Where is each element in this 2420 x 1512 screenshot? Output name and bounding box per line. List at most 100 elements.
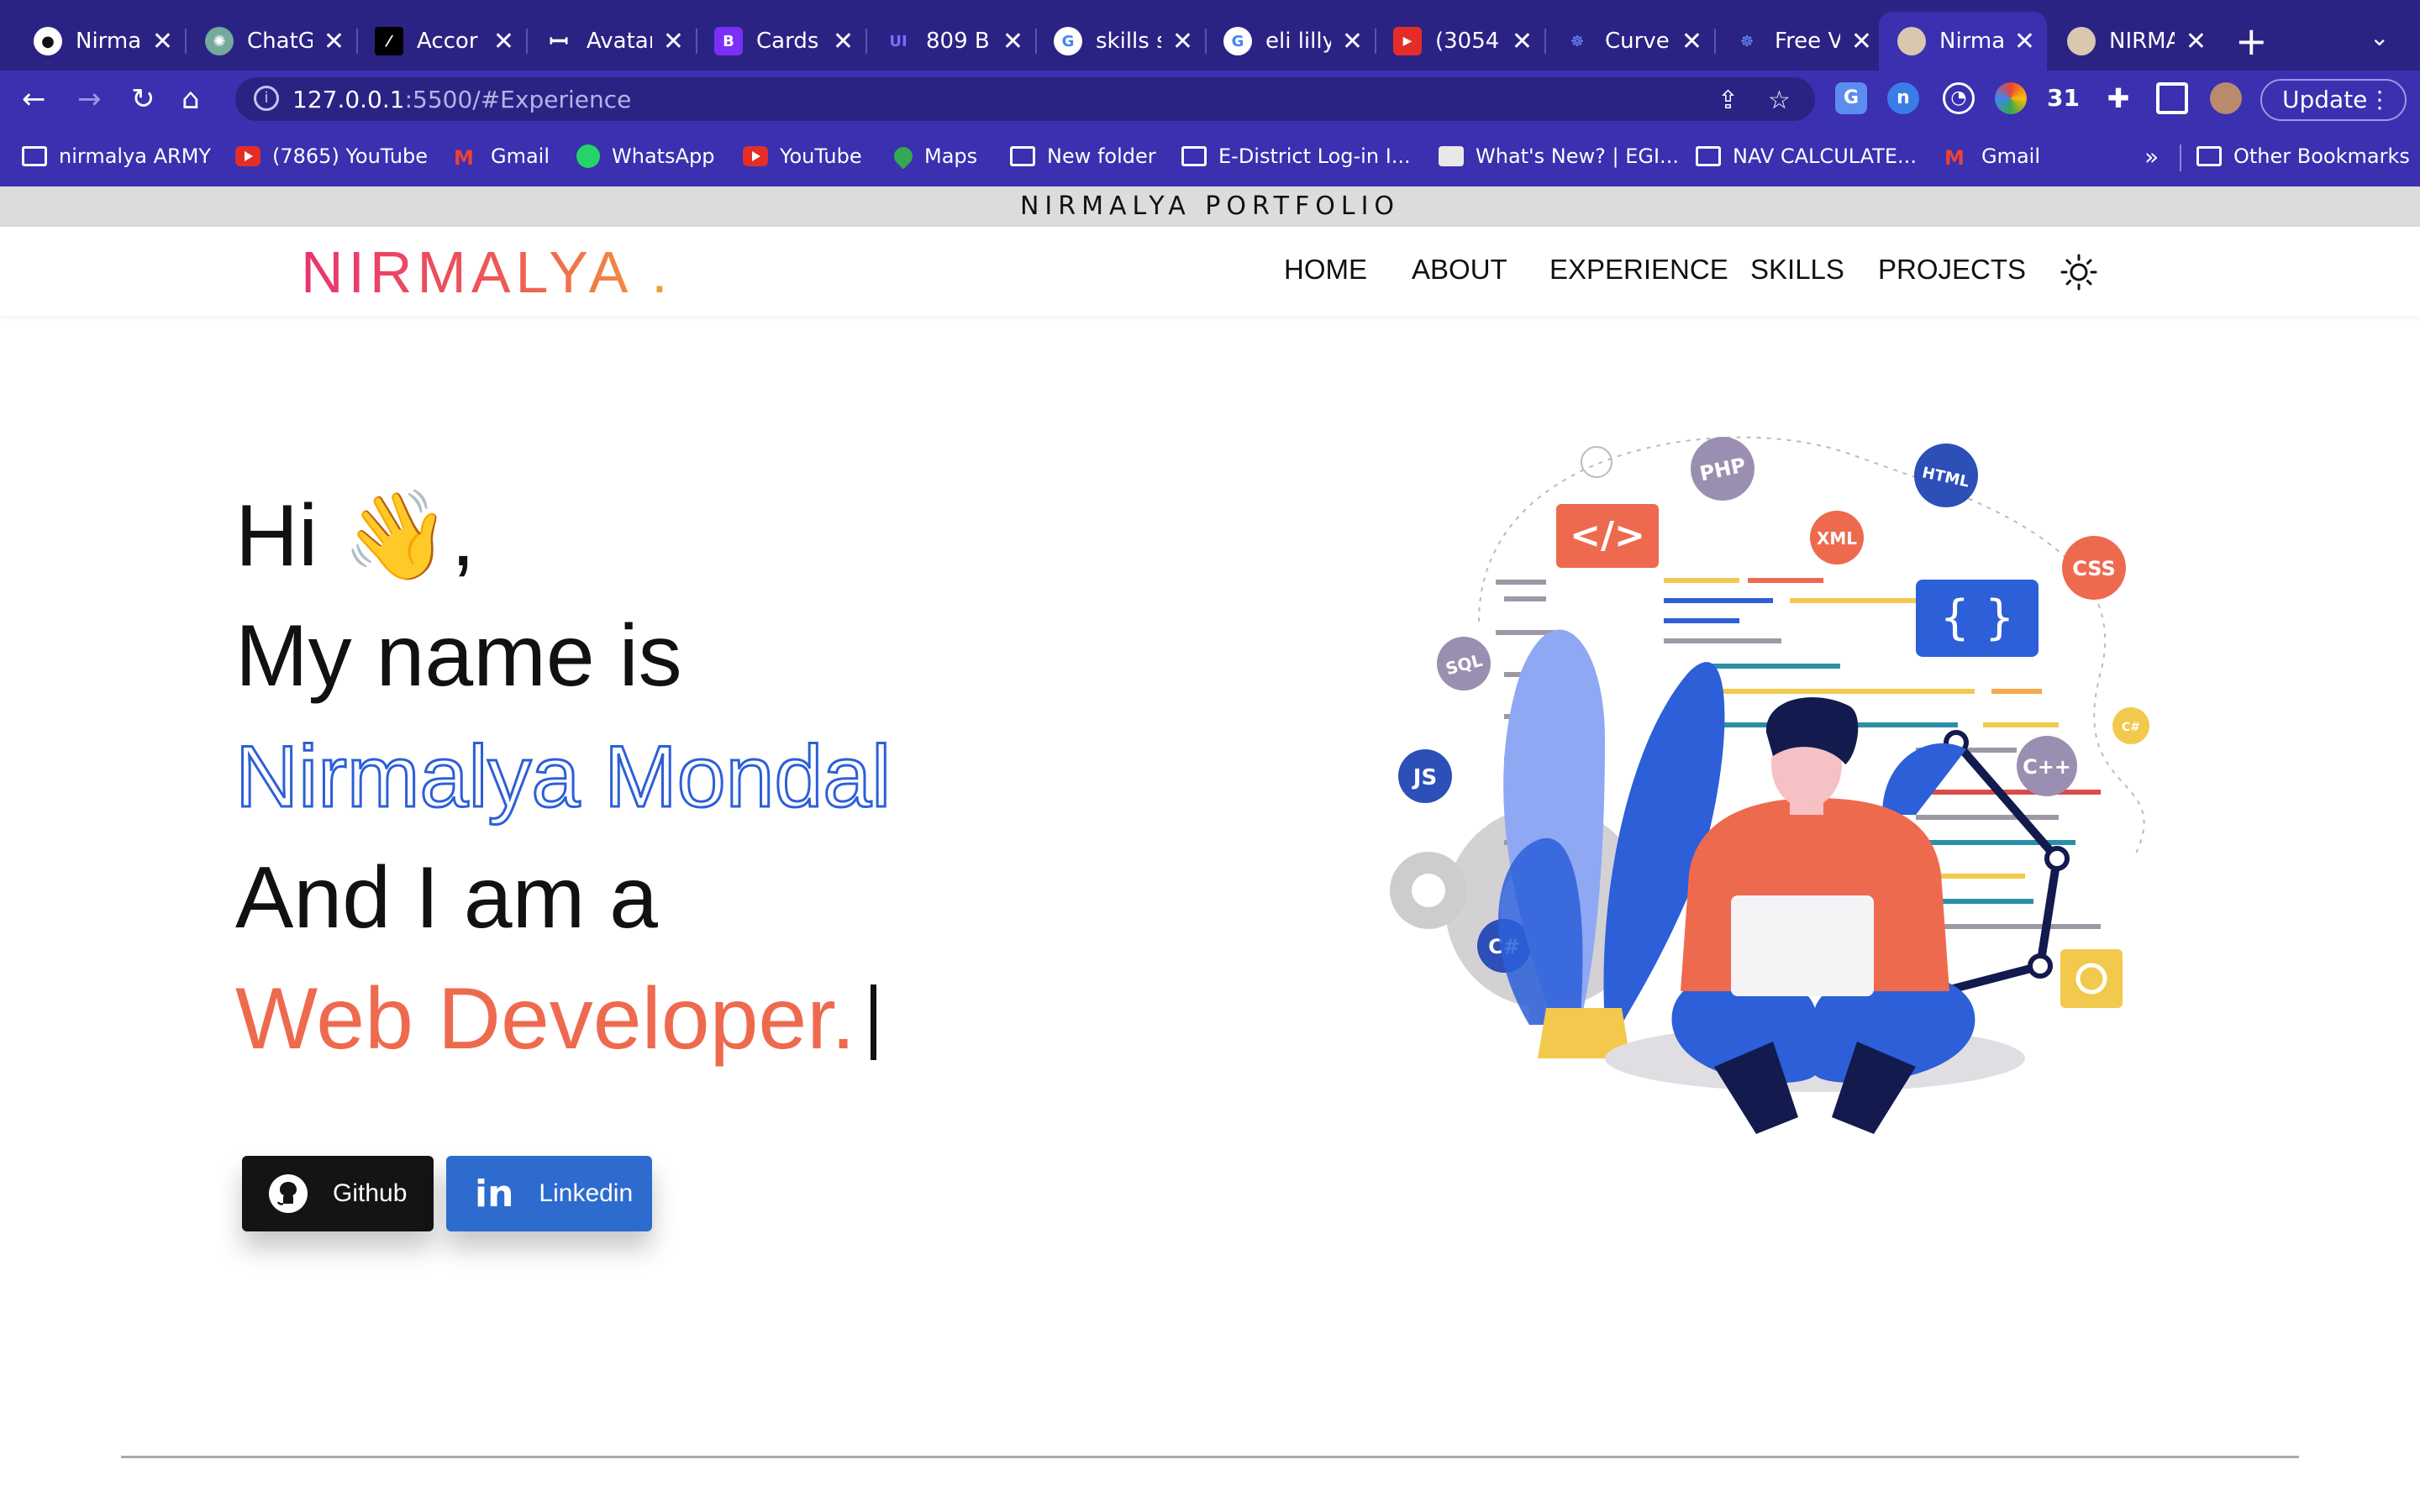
bookmark-item[interactable]: NAV CALCULATE... (1696, 144, 1917, 168)
url-path: :5500/#Experience (404, 86, 632, 113)
youtube-icon: ▶ (1393, 27, 1422, 55)
browser-tab[interactable]: ☸ Curve ✕ (1544, 12, 1714, 71)
nav-about[interactable]: ABOUT (1412, 254, 1507, 286)
new-tab-plus-icon[interactable]: + (2235, 18, 2268, 64)
browser-tab[interactable]: ☸ Free V ✕ (1714, 12, 1884, 71)
theme-toggle-sun-icon[interactable] (2060, 254, 2097, 291)
browser-tab[interactable]: ✺ ChatG ✕ (187, 12, 356, 71)
typing-caret (871, 984, 876, 1060)
browser-tab-strip: ● Nirmal ✕ ✺ ChatG ✕ ⁄ Accor ✕ ꟷ Avatar … (0, 0, 2420, 71)
more-menu-icon[interactable]: ⋮ (2368, 81, 2391, 119)
browser-tab[interactable]: G skills s ✕ (1035, 12, 1205, 71)
svg-text:{ }: { } (1939, 591, 2014, 645)
settings-gear-badge (2060, 949, 2123, 1008)
browser-tab[interactable]: ● Nirmal ✕ (15, 12, 185, 71)
hero-role-intro: And I am a (235, 849, 658, 947)
bookmark-item[interactable]: M Gmail (454, 144, 550, 170)
browser-tab[interactable]: UI 809 B ✕ (865, 12, 1035, 71)
address-bar[interactable]: i 127.0.0.1:5500/#Experience ⇪ ☆ (235, 77, 1815, 121)
hero-greeting: Hi 👋, (235, 487, 476, 585)
avatar-icon (1897, 27, 1926, 55)
browser-tab[interactable]: ꟷ Avatar ✕ (526, 12, 696, 71)
close-tab-icon[interactable]: ✕ (1002, 27, 1023, 56)
close-tab-icon[interactable]: ✕ (1681, 27, 1702, 56)
bookmarks-overflow-chevron[interactable]: » (2144, 143, 2159, 171)
github-icon (269, 1174, 308, 1213)
update-button[interactable]: Update ⋮ (2260, 79, 2407, 121)
back-arrow-icon[interactable]: ← (22, 82, 46, 116)
site-info-icon[interactable]: i (254, 86, 279, 111)
browser-tab[interactable]: NIRMA ✕ (2049, 12, 2218, 71)
close-tab-icon[interactable]: ✕ (152, 27, 173, 56)
bookmark-item[interactable]: (7865) YouTube (235, 144, 428, 168)
browser-tab[interactable]: G eli lilly ✕ (1205, 12, 1375, 71)
nav-skills[interactable]: SKILLS (1750, 254, 1844, 286)
site-navbar: NIRMALYA . HOME ABOUT EXPERIENCE SKILLS … (0, 227, 2420, 316)
speed-extension-icon[interactable]: ◔ (1943, 82, 1975, 114)
whatsapp-icon (576, 144, 600, 168)
bookmark-item[interactable]: WhatsApp (576, 144, 714, 168)
svg-text:JS: JS (1412, 765, 1437, 790)
html-badge: HTML (1914, 444, 1978, 507)
nav-projects[interactable]: PROJECTS (1878, 254, 2026, 286)
close-tab-icon[interactable]: ✕ (833, 27, 854, 56)
ui-icon: UI (889, 32, 908, 50)
translate-extension-icon[interactable]: G (1835, 82, 1867, 114)
portfolio-banner: NIRMALYA PORTFOLIO (0, 186, 2420, 227)
close-tab-icon[interactable]: ✕ (2014, 27, 2035, 56)
calendar-extension-icon[interactable]: 31 (2047, 82, 2080, 114)
browser-toolbar: ← → ↻ ⌂ i 127.0.0.1:5500/#Experience ⇪ ☆… (0, 71, 2420, 128)
close-tab-icon[interactable]: ✕ (1512, 27, 1533, 56)
bookmark-item[interactable]: What's New? | EGI... (1439, 144, 1679, 168)
update-label: Update (2282, 86, 2368, 113)
google-icon: G (1223, 27, 1252, 55)
gmail-icon: M (1944, 146, 1965, 170)
svg-text:</>: </> (1570, 514, 1645, 557)
close-tab-icon[interactable]: ✕ (663, 27, 684, 56)
color-picker-extension-icon[interactable] (1995, 82, 2027, 114)
code-tag-badge: </> (1556, 504, 1659, 568)
forward-arrow-icon[interactable]: → (77, 82, 102, 116)
linkedin-label: Linkedin (539, 1179, 634, 1207)
browser-tab[interactable]: ⁄ Accor ✕ (356, 12, 526, 71)
browser-tab[interactable]: ▶ (3054) ✕ (1375, 12, 1544, 71)
share-icon[interactable]: ⇪ (1718, 86, 1739, 115)
url-text[interactable]: 127.0.0.1:5500/#Experience (292, 86, 631, 113)
extensions-puzzle-icon[interactable]: ✚ (2102, 82, 2134, 114)
linkedin-button[interactable]: in Linkedin (446, 1156, 652, 1231)
bookmark-item[interactable]: E-District Log-in I... (1181, 144, 1411, 168)
bookmark-item[interactable]: nirmalya ARMY (22, 144, 211, 168)
bookmarks-bar: nirmalya ARMY (7865) YouTube M Gmail What… (0, 128, 2420, 186)
reload-icon[interactable]: ↻ (131, 82, 155, 116)
figma-icon: ꟷ (549, 28, 569, 55)
tab-search-chevron-icon[interactable]: ⌄ (2370, 24, 2389, 51)
profile-avatar[interactable] (2210, 82, 2242, 114)
bookmark-item[interactable]: New folder (1010, 144, 1156, 168)
close-tab-icon[interactable]: ✕ (1851, 27, 1872, 56)
small-gear-icon (1390, 852, 1467, 929)
sql-badge: SQL (1437, 637, 1491, 690)
close-tab-icon[interactable]: ✕ (1172, 27, 1193, 56)
nav-home[interactable]: HOME (1284, 254, 1367, 286)
folder-icon (22, 146, 47, 166)
bookmark-item[interactable]: M Gmail (1944, 144, 2040, 170)
nav-experience[interactable]: EXPERIENCE (1549, 254, 1728, 286)
section-divider (121, 1456, 2299, 1458)
github-button[interactable]: Github (242, 1156, 434, 1231)
browser-tab[interactable]: B Cards ✕ (696, 12, 865, 71)
bookmark-item[interactable]: YouTube (743, 144, 862, 168)
close-tab-icon[interactable]: ✕ (1342, 27, 1363, 56)
side-panel-icon[interactable] (2156, 82, 2188, 114)
site-logo[interactable]: NIRMALYA . (301, 239, 673, 306)
github-label: Github (333, 1179, 408, 1207)
close-tab-icon[interactable]: ✕ (493, 27, 514, 56)
bookmark-star-icon[interactable]: ☆ (1768, 86, 1791, 115)
browser-tab-active[interactable]: Nirmal ✕ (1879, 12, 2047, 71)
folder-icon (1010, 146, 1035, 166)
close-tab-icon[interactable]: ✕ (324, 27, 345, 56)
extension-icon[interactable]: n (1887, 82, 1919, 114)
bookmark-item[interactable]: Maps (890, 143, 977, 170)
home-icon[interactable]: ⌂ (182, 82, 200, 116)
other-bookmarks[interactable]: Other Bookmarks (2196, 144, 2410, 168)
close-tab-icon[interactable]: ✕ (2186, 27, 2207, 56)
